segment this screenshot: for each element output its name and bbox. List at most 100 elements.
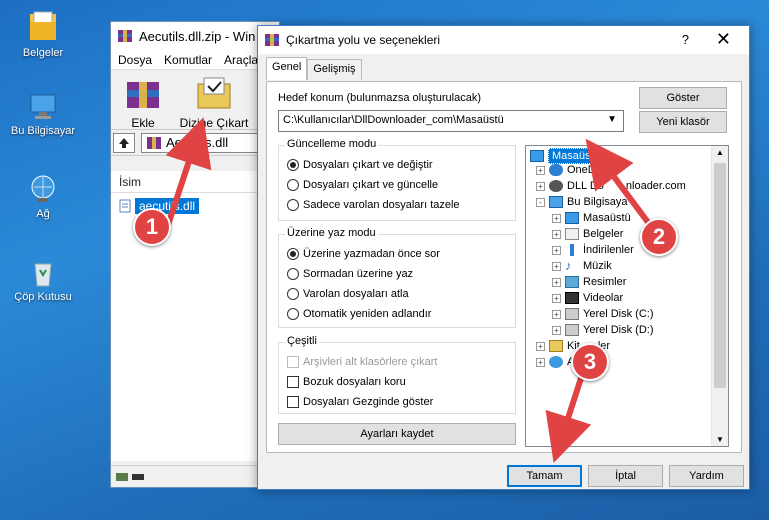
chevron-down-icon[interactable]: ▼ [607,114,617,125]
expand-icon[interactable]: + [536,181,545,191]
tree-node-label: Belgeler [583,228,624,240]
overwrite-mode-group: Üzerine yaz modu Üzerine yazmadan önce s… [278,227,516,328]
radio-button[interactable] [287,159,299,171]
tree-node-dll-downloader[interactable]: + DLL Do nloader.com [536,180,686,192]
winrar-title: Aecutils.dll.zip - Win [139,28,256,44]
radio-extract-update[interactable]: Dosyaları çıkart ve güncelle [287,179,438,191]
radio-button[interactable] [287,268,299,280]
expand-icon[interactable]: + [536,165,545,175]
tree-node-label: Masaüstü [548,148,604,164]
help-button[interactable]: Yardım [669,465,744,487]
tree-node-label: Yerel Disk (C:) [583,308,654,320]
column-header-name[interactable]: İsim [111,171,279,193]
desktop-icon-recycle-bin[interactable]: Çöp Kutusu [5,258,81,303]
computer-icon [30,94,56,119]
tree-node-videos[interactable]: + Videolar [552,292,623,304]
extract-to-button-label: Dizine Çıkart [179,116,249,130]
extract-to-button[interactable]: Dizine Çıkart [179,76,249,130]
winrar-toolbar: Ekle Dizine Çıkart [111,70,279,130]
drive-icon [565,324,579,336]
tree-node-downloads[interactable]: + İndirilenler [552,244,634,256]
collapse-icon[interactable]: - [536,197,545,207]
cancel-button[interactable]: İptal [588,465,663,487]
arrow-up-icon [119,137,129,148]
checkbox[interactable] [287,356,299,368]
expand-icon[interactable]: + [552,261,561,271]
pictures-icon [565,276,579,288]
folder-tree[interactable]: Masaüstü + OneD + DLL Do nloader.com - Bu Bi… [525,145,729,447]
checkbox[interactable] [287,376,299,388]
add-button[interactable]: Ekle [115,76,171,130]
radio-skip-existing[interactable]: Varolan dosyaları atla [287,288,409,300]
help-icon[interactable]: ? [682,32,689,47]
save-settings-button[interactable]: Ayarları kaydet [278,423,516,445]
tree-node-local-disk-c[interactable]: + Yerel Disk (C:) [552,308,654,320]
expand-icon[interactable]: + [552,325,561,335]
tree-node-music[interactable]: + ♪ Müzik [552,259,612,272]
status-drive-icon [116,472,144,481]
tree-node-desktop-sub[interactable]: + Masaüstü [552,212,631,224]
expand-icon[interactable]: + [552,277,561,287]
menu-file[interactable]: Dosya [118,53,152,67]
file-row[interactable]: aecutils.dll [111,197,279,215]
tree-node-desktop[interactable]: Masaüstü [530,148,604,164]
show-button[interactable]: Göster [639,87,727,109]
radio-button[interactable] [287,288,299,300]
checkbox-keep-broken-files[interactable]: Bozuk dosyaları koru [287,376,406,388]
archive-icon [147,136,161,149]
expand-icon[interactable]: + [552,245,561,255]
winrar-window: Aecutils.dll.zip - Win Dosya Komutlar Ar… [110,21,280,488]
up-folder-button[interactable] [113,132,135,153]
tree-node-label: Resimler [583,276,627,288]
radio-ask-before-overwrite[interactable]: Üzerine yazmadan önce sor [287,248,440,260]
radio-button[interactable] [287,199,299,211]
tree-node-network[interactable]: +A [536,356,574,368]
radio-freshen-existing[interactable]: Sadece varolan dosyaları tazele [287,199,460,211]
expand-icon[interactable]: + [552,293,561,303]
radio-button[interactable] [287,308,299,320]
winrar-addressbar: Aecutils.dll [111,130,279,156]
option-label: Sormadan üzerine yaz [303,268,414,280]
scroll-up-icon[interactable]: ▲ [716,148,724,157]
radio-extract-replace[interactable]: Dosyaları çıkart ve değiştir [287,159,433,171]
checkbox-extract-to-subfolders[interactable]: Arşivleri alt klasörlere çıkart [287,356,437,368]
cloud-icon [549,164,563,176]
radio-button[interactable] [287,248,299,260]
tree-node-documents[interactable]: + Belgeler [552,228,623,240]
desktop-folder-icon [530,150,544,162]
menu-commands[interactable]: Komutlar [164,53,212,67]
new-folder-button[interactable]: Yeni klasör [639,111,727,133]
tree-node-pictures[interactable]: + Resimler [552,276,626,288]
expand-icon[interactable]: + [536,357,545,367]
desktop-icon-label: Ağ [36,208,50,220]
tree-node-label: Masaüstü [583,212,631,224]
checkbox[interactable] [287,396,299,408]
expand-icon[interactable]: + [552,229,561,239]
tab-advanced[interactable]: Gelişmiş [307,59,362,80]
checkbox-show-in-explorer[interactable]: Dosyaları Gezginde göster [287,396,433,408]
radio-overwrite-without-prompt[interactable]: Sormadan üzerine yaz [287,268,413,280]
expand-icon[interactable]: + [552,213,561,223]
group-title: Üzerine yaz modu [285,227,378,239]
tree-scrollbar[interactable]: ▲ ▼ [711,146,728,446]
ok-button[interactable]: Tamam [507,465,582,487]
destination-path-combo[interactable]: C:\Kullanıcılar\DllDownloader_com\Masaüs… [278,110,624,132]
desktop-icon-label: Çöp Kutusu [14,291,72,303]
tree-node-onedrive[interactable]: + OneD [536,164,596,176]
scroll-down-icon[interactable]: ▼ [716,435,724,444]
radio-button[interactable] [287,179,299,191]
expand-icon[interactable]: + [536,341,545,351]
option-label: Dosyaları çıkart ve değiştir [303,159,433,171]
close-icon[interactable]: ✕ [716,29,731,50]
tab-general[interactable]: Genel [266,57,308,80]
radio-rename-automatically[interactable]: Otomatik yeniden adlandır [287,308,431,320]
scroll-thumb[interactable] [714,163,726,388]
menu-tools[interactable]: Araçla [224,53,258,67]
desktop-icon-this-pc[interactable]: Bu Bilgisayar [5,92,81,137]
tree-node-this-pc[interactable]: - Bu Bilgisaya [536,196,628,208]
desktop-icon-documents[interactable]: Belgeler [5,10,81,59]
expand-icon[interactable]: + [552,309,561,319]
option-label: Otomatik yeniden adlandır [303,308,432,320]
tree-node-local-disk-d[interactable]: + Yerel Disk (D:) [552,324,654,336]
desktop-icon-network[interactable]: Ağ [5,173,81,220]
